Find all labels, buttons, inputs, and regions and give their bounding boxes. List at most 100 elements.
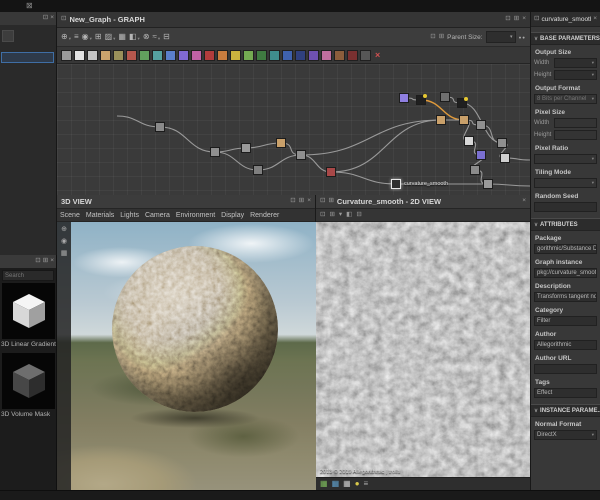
node-type-swatch[interactable] <box>347 49 358 61</box>
graph-node[interactable] <box>253 165 263 175</box>
dock-icon[interactable]: ⊡ <box>430 33 435 41</box>
graph-node[interactable] <box>326 167 336 177</box>
node-type-swatch[interactable] <box>295 49 306 61</box>
collapse-tool-icon[interactable]: ⊟ <box>163 33 170 41</box>
graph-node[interactable] <box>210 147 220 157</box>
pan-tool-icon[interactable]: ≡ <box>74 33 79 41</box>
pattern-tool-icon[interactable]: ▨ ▾ <box>105 33 116 41</box>
dock-icon[interactable]: ⊡ <box>35 258 40 265</box>
node-type-swatch[interactable] <box>217 49 228 61</box>
node-type-swatch[interactable] <box>87 49 98 61</box>
graph-node[interactable] <box>464 136 474 146</box>
collapse-icon[interactable]: ⊟ <box>356 211 361 219</box>
graph-node[interactable] <box>483 179 493 189</box>
dock-icon[interactable]: ⊡ <box>43 15 48 22</box>
graph-node[interactable] <box>416 94 427 105</box>
graph-node[interactable] <box>497 138 507 148</box>
menu-materials[interactable]: Materials <box>83 212 117 219</box>
tile-icon[interactable]: ⊞ <box>329 211 334 219</box>
field-value[interactable]: Filter <box>534 316 597 326</box>
grid-tool-icon[interactable]: ▦ <box>118 33 126 41</box>
menu-scene[interactable]: Scene <box>57 212 83 219</box>
graph-canvas[interactable]: curvature_smooth <box>57 64 530 195</box>
graph-node[interactable] <box>476 150 486 160</box>
node-type-swatch[interactable] <box>308 49 319 61</box>
graph-node[interactable] <box>399 93 409 103</box>
field-value[interactable]: Transforms tangent norm <box>534 292 597 302</box>
float-icon[interactable]: ⊞ <box>328 198 333 205</box>
graph-node[interactable] <box>241 143 251 153</box>
node-type-swatch[interactable] <box>165 49 176 61</box>
graph-node[interactable] <box>436 115 446 125</box>
add-node-tool-icon[interactable]: ⊞ <box>95 33 102 41</box>
menu-camera[interactable]: Camera <box>142 212 173 219</box>
node-type-swatch[interactable] <box>113 49 124 61</box>
graph-node[interactable] <box>155 122 165 132</box>
graph-node[interactable] <box>440 92 450 102</box>
node-type-swatch[interactable] <box>126 49 137 61</box>
view2d-canvas[interactable]: 2013 © 2019 Allegorithmic | trolls <box>316 222 530 477</box>
close-icon[interactable]: × <box>522 198 526 205</box>
parent-size-select[interactable]: ▾ <box>485 31 516 43</box>
link-sizes-icon[interactable]: ●● <box>519 35 526 40</box>
wave-tool-icon[interactable]: ≈ ▾ <box>153 33 161 41</box>
options-icon[interactable]: ≡ <box>364 480 369 488</box>
float-icon[interactable]: ⊞ <box>514 16 519 23</box>
field-value[interactable] <box>534 364 597 374</box>
node-type-swatch[interactable] <box>334 49 345 61</box>
node-type-swatch[interactable] <box>282 49 293 61</box>
dock-icon[interactable]: ⊡ <box>320 211 325 219</box>
graph-node[interactable] <box>476 120 486 130</box>
menu-lights[interactable]: Lights <box>117 212 142 219</box>
graph-node[interactable] <box>470 165 480 175</box>
graph-node[interactable] <box>391 179 401 189</box>
close-icon[interactable]: × <box>593 15 597 23</box>
node-type-swatch[interactable] <box>230 49 241 61</box>
node-type-swatch[interactable] <box>204 49 215 61</box>
graph-node[interactable] <box>276 138 286 148</box>
close-icon[interactable]: × <box>307 198 311 205</box>
material-channels-icon[interactable]: ▦ <box>320 480 328 488</box>
node-type-swatch[interactable] <box>139 49 150 61</box>
field-value[interactable]: Effect <box>534 388 597 398</box>
explorer-selected-row[interactable] <box>1 52 54 63</box>
graph-node[interactable] <box>296 150 306 160</box>
dropdown-icon[interactable]: ▾ <box>339 211 342 219</box>
split-view-icon[interactable]: ◧ <box>346 211 352 219</box>
graph-node[interactable] <box>459 115 469 125</box>
camera-icon[interactable]: ⊕ <box>61 226 67 233</box>
field-value[interactable]: DirectX ▾ <box>534 430 597 440</box>
split-icon[interactable]: ⊞ <box>439 33 444 41</box>
dock-icon[interactable]: ⊡ <box>505 16 510 23</box>
dock-icon[interactable]: ⊡ <box>320 198 325 205</box>
tiling-icon[interactable]: ▦ <box>343 480 351 488</box>
node-type-swatch[interactable] <box>256 49 267 61</box>
dock-icon[interactable]: ⊡ <box>534 15 539 23</box>
node-type-swatch[interactable] <box>321 49 332 61</box>
section-instance-parameters[interactable]: ∨ INSTANCE PARAME... <box>531 404 600 417</box>
menu-display[interactable]: Display <box>218 212 247 219</box>
grid-icon[interactable]: ▦ <box>61 250 68 257</box>
menu-renderer[interactable]: Renderer <box>247 212 282 219</box>
section-base-parameters[interactable]: ∨ BASE PARAMETERS <box>531 32 600 45</box>
library-search-input[interactable]: Search <box>2 270 54 281</box>
field-value[interactable]: Allegorithmic <box>534 340 597 350</box>
node-type-swatch[interactable] <box>360 49 371 61</box>
graph-node[interactable] <box>457 97 468 108</box>
palette-close-icon[interactable]: × <box>375 50 380 60</box>
library-item[interactable]: 3D Linear Gradient <box>0 283 56 348</box>
field-value[interactable]: pkg://curvature_smooth <box>534 268 597 278</box>
compile-tool-icon[interactable]: ⊗ <box>143 33 150 41</box>
close-icon[interactable]: × <box>50 258 54 265</box>
orbit-icon[interactable]: ◉ <box>61 238 67 245</box>
dock-icon[interactable]: ⊡ <box>290 198 295 205</box>
field-value[interactable]: gorithmic/Substance Desig <box>534 244 597 254</box>
field-value[interactable]: ▾ <box>554 70 597 80</box>
select-tool-icon[interactable]: ⊕ ▾ <box>61 33 71 41</box>
explorer-tab-icon[interactable] <box>2 30 14 42</box>
field-value[interactable] <box>534 202 597 212</box>
node-type-swatch[interactable] <box>269 49 280 61</box>
uv-grid-icon[interactable]: ▦ <box>332 480 340 488</box>
info-icon[interactable]: ● <box>355 480 360 488</box>
library-item[interactable]: 3D Volume Mask <box>0 353 56 418</box>
